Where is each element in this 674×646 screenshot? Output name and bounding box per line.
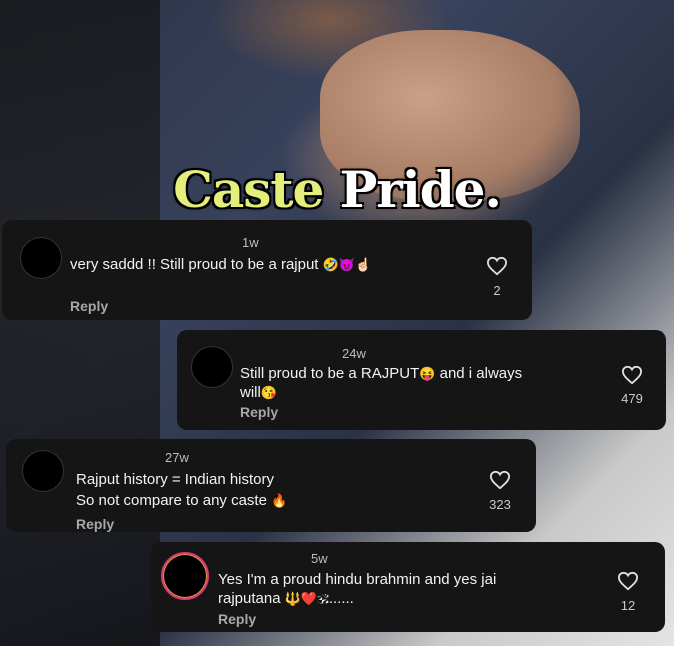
emoji: 😘 — [260, 385, 278, 400]
avatar[interactable] — [161, 552, 209, 600]
comment-line: Rajput history = Indian history — [76, 471, 275, 488]
emoji-group: 🔱❤️🕉 — [284, 591, 329, 606]
emoji: 😝 — [419, 366, 436, 381]
video-caption-overlay: Caste Pride. — [0, 160, 674, 219]
comment-line: Yes I'm a proud hindu brahmin and yes ja… — [218, 571, 497, 588]
heart-icon[interactable] — [489, 470, 511, 490]
comment-line: So not compare to any caste — [76, 492, 267, 509]
reply-button[interactable]: Reply — [240, 404, 278, 420]
emoji-group: 🤣😈☝🏻 — [322, 257, 372, 272]
reply-button[interactable]: Reply — [218, 611, 256, 627]
avatar[interactable] — [22, 450, 64, 492]
comment-card: 1w very saddd !! Still proud to be a raj… — [2, 220, 532, 320]
heart-icon[interactable] — [621, 365, 643, 385]
comment-line-cont: and i always — [435, 365, 523, 382]
caption-word-pride: Pride. — [339, 160, 502, 219]
comment-line: very saddd !! Still proud to be a rajput — [70, 256, 319, 273]
comment-text: Still proud to be a RAJPUT😝 and i always… — [240, 364, 600, 402]
comment-text: very saddd !! Still proud to be a rajput… — [70, 255, 470, 274]
comment-line: rajputana — [218, 590, 281, 607]
comment-time: 27w — [165, 450, 189, 465]
comment-time: 24w — [342, 346, 366, 361]
like-count: 323 — [489, 497, 511, 512]
chair-background — [0, 0, 160, 646]
like-count: 12 — [620, 598, 636, 613]
comment-text: Yes I'm a proud hindu brahmin and yes ja… — [218, 570, 598, 608]
comment-time: 5w — [311, 551, 328, 566]
comment-card: 27w Rajput history = Indian history So n… — [6, 439, 536, 532]
avatar[interactable] — [191, 346, 233, 388]
avatar[interactable] — [20, 237, 62, 279]
reply-button[interactable]: Reply — [76, 516, 114, 532]
fire-emoji: 🔥 — [271, 493, 288, 508]
comment-text: Rajput history = Indian history So not c… — [76, 469, 476, 511]
comment-line-cont: ...... — [328, 590, 354, 607]
comment-card: 24w Still proud to be a RAJPUT😝 and i al… — [177, 330, 666, 430]
heart-icon[interactable] — [486, 256, 508, 276]
comment-time: 1w — [242, 235, 259, 250]
like-count: 479 — [621, 391, 643, 406]
comment-line: will — [240, 384, 261, 401]
caption-word-caste: Caste — [173, 160, 324, 219]
reply-button[interactable]: Reply — [70, 298, 108, 314]
comment-card: 5w Yes I'm a proud hindu brahmin and yes… — [151, 542, 665, 632]
like-count: 2 — [493, 283, 501, 298]
heart-icon[interactable] — [617, 571, 639, 591]
comment-line: Still proud to be a RAJPUT — [240, 365, 420, 382]
